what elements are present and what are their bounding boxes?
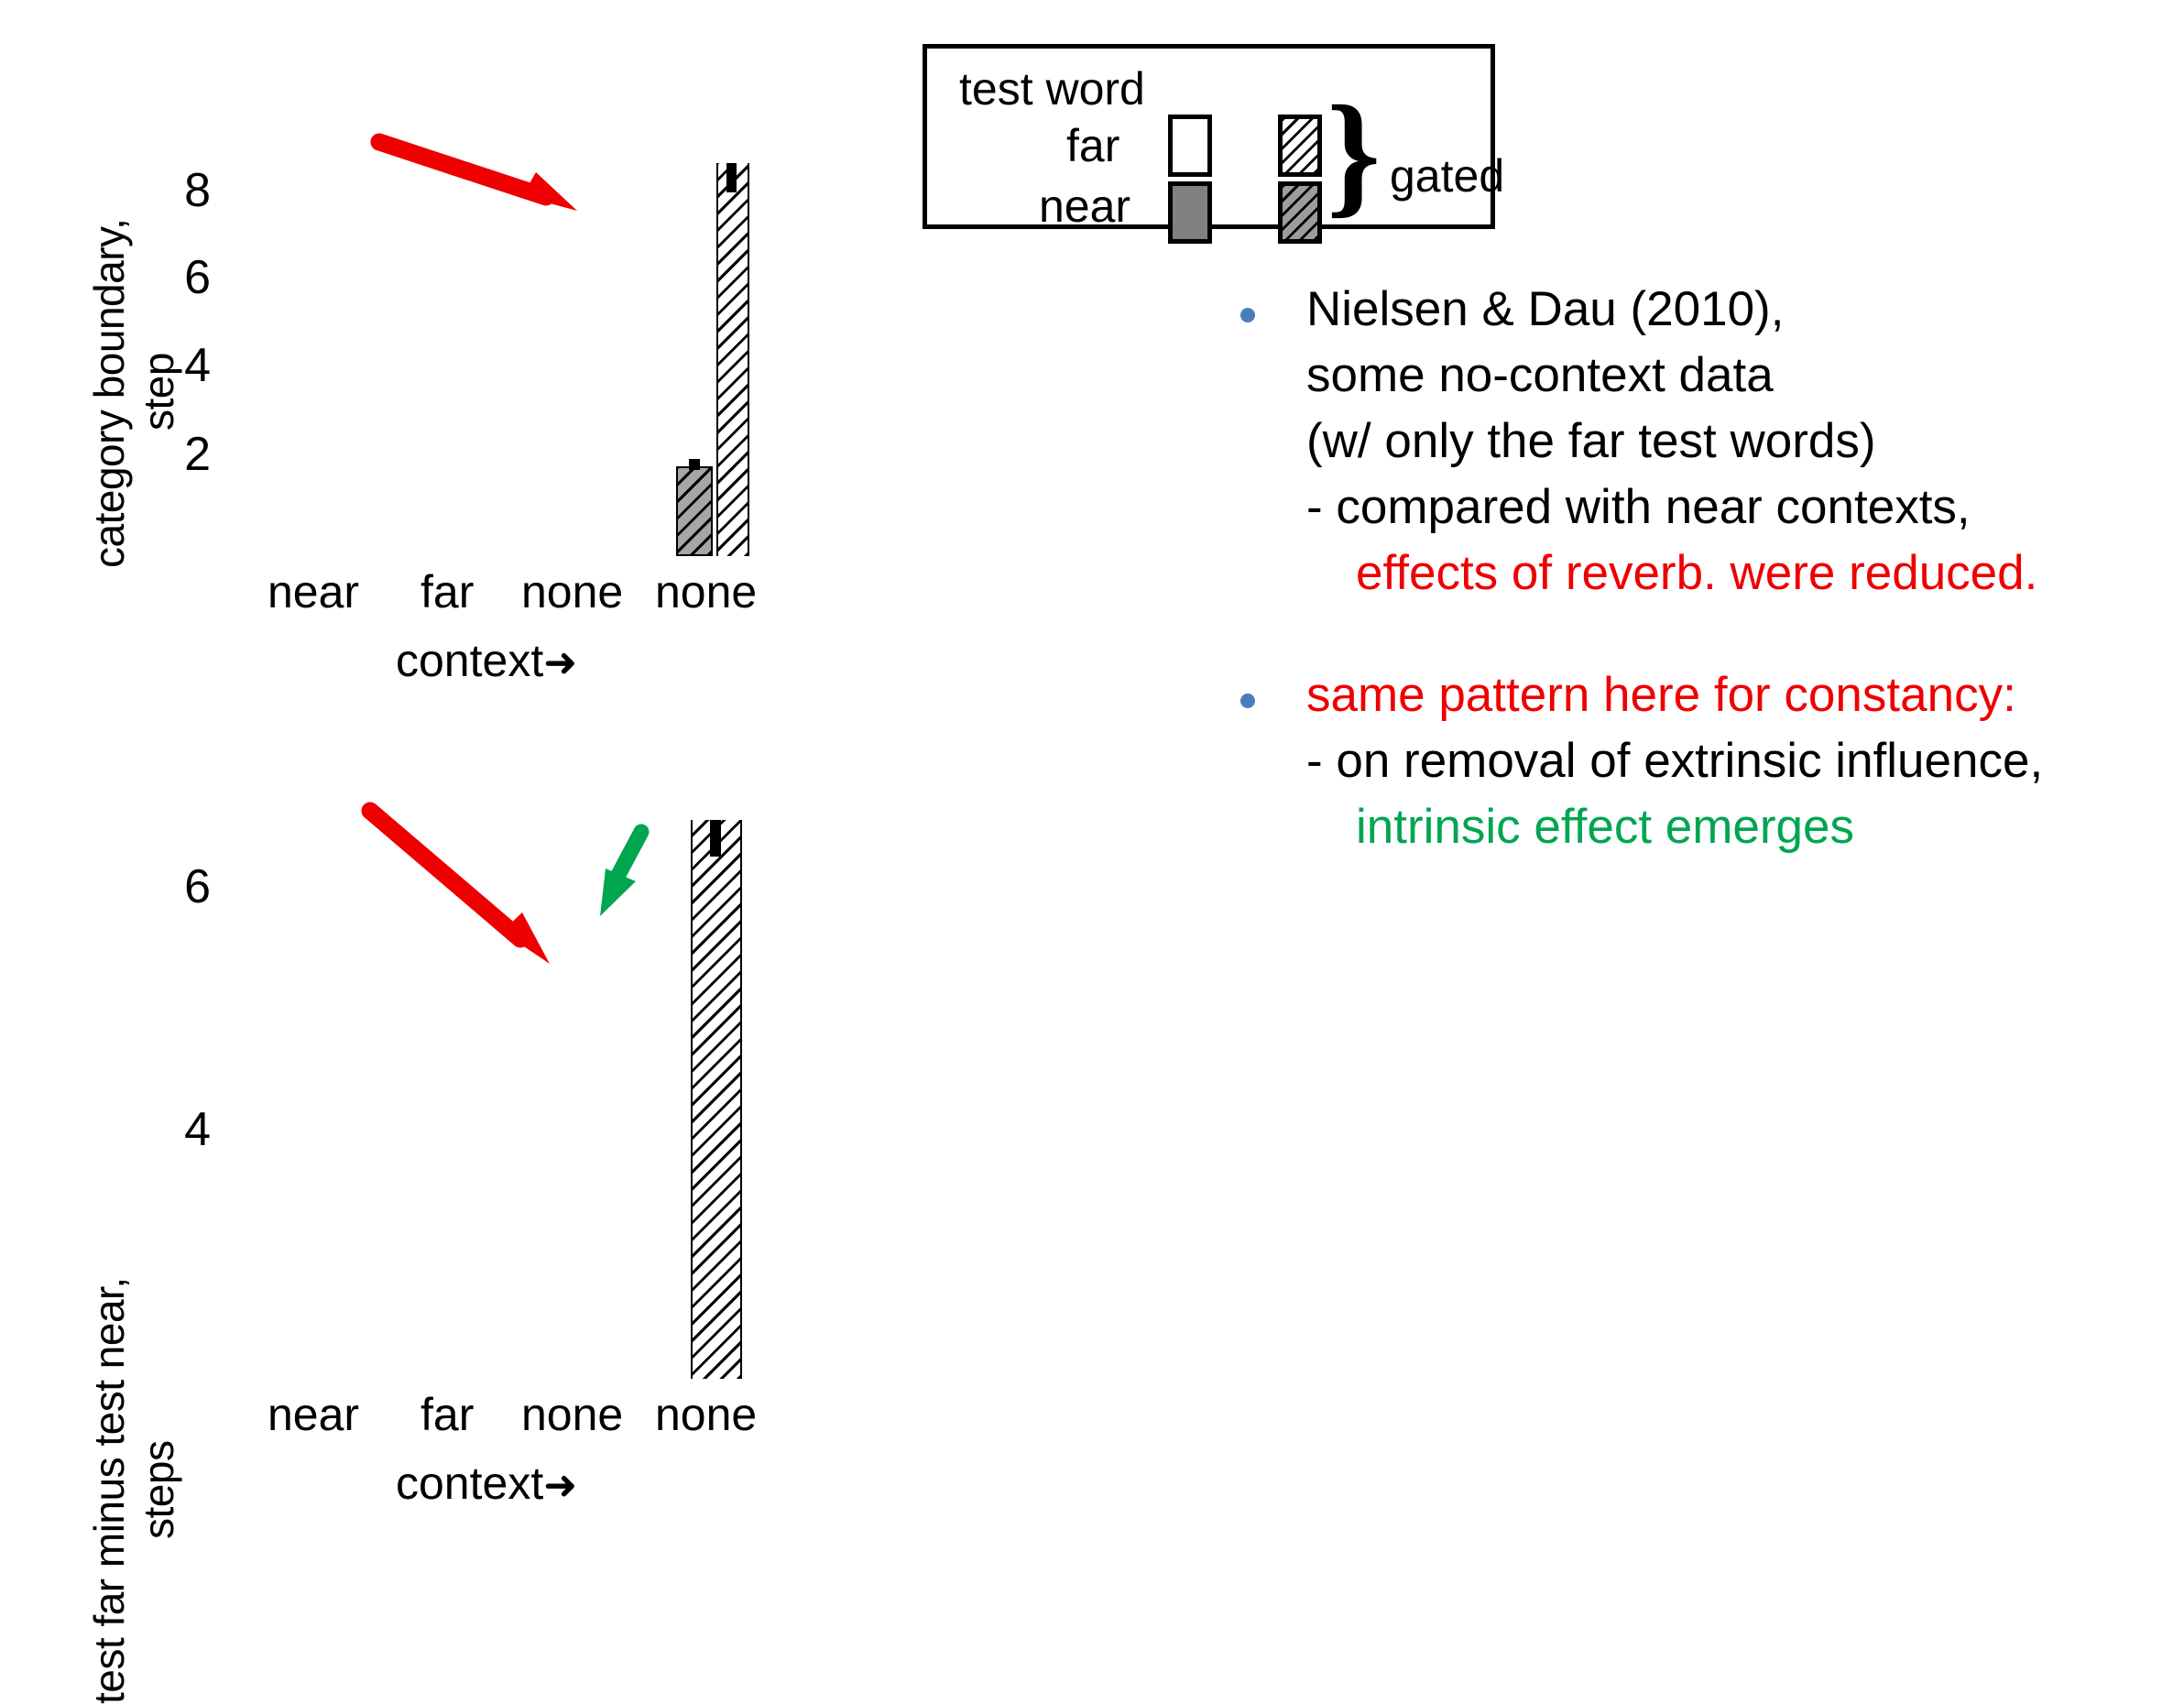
- bar-none-near-gated: [676, 466, 713, 556]
- note-line-1-3: (w/ only the far test words): [1306, 414, 1876, 468]
- upper-chart-xaxis-arrow-icon: ➜: [543, 640, 578, 685]
- notes-panel: Nielsen & Dau (2010), some no-context da…: [1218, 266, 2184, 870]
- upper-chart-ytick-6: 6: [184, 251, 211, 304]
- legend-title: test word: [959, 63, 1145, 115]
- note-line-2-3: intrinsic effect emerges: [1356, 800, 1854, 854]
- note-line-2-2: - on removal of extrinsic influence,: [1306, 734, 2044, 788]
- upper-chart-xtick-none-1: none: [521, 566, 624, 617]
- lower-chart: test far minus test near, steps 6 4 near…: [0, 770, 824, 1704]
- bar-none-far-gated: [716, 163, 749, 556]
- legend: test word far near } gated: [923, 44, 1504, 244]
- bullet-dot-2: [1240, 694, 1255, 708]
- legend-gated-label: gated: [1390, 150, 1505, 202]
- upper-chart-ytick-8: 8: [184, 164, 211, 217]
- bar-none-far-minus-near-gated: [691, 820, 742, 1379]
- note-line-1-1: Nielsen & Dau (2010),: [1306, 282, 1785, 336]
- upper-chart-xaxis-title-text: context: [396, 635, 544, 686]
- errorbar-none-far-gated: [726, 163, 737, 192]
- lower-chart-ylabel-line1: test far minus test near,: [85, 1277, 133, 1704]
- legend-swatch-near-gated: [1278, 181, 1322, 244]
- errorbar-none-far-minus-near-gated: [710, 820, 721, 857]
- lower-chart-xtick-near: near: [268, 1389, 360, 1440]
- lower-chart-xaxis-title: context➜: [396, 1459, 577, 1510]
- bullet-dot-1: [1240, 308, 1255, 322]
- lower-chart-xtick-far: far: [420, 1389, 475, 1440]
- lower-chart-ytick-4: 4: [184, 1103, 211, 1156]
- upper-chart-xaxis-title: context➜: [396, 637, 577, 687]
- lower-chart-ylabel-line2: steps: [135, 1440, 182, 1539]
- lower-chart-xaxis-arrow-icon: ➜: [543, 1463, 578, 1508]
- errorbar-none-near-gated: [689, 459, 700, 470]
- upper-chart: category boundary, step 8 6 4 2 near far…: [0, 0, 824, 696]
- lower-chart-xtick-none-1: none: [521, 1389, 624, 1440]
- legend-swatch-far-gated: [1278, 115, 1322, 177]
- note-line-1-4: - compared with near contexts,: [1306, 480, 1971, 534]
- note-line-1-2: some no-context data: [1306, 348, 1774, 402]
- legend-brace-icon: }: [1327, 78, 1381, 230]
- note-line-2-1: same pattern here for constancy:: [1306, 668, 2016, 722]
- legend-swatch-near-plain: [1168, 181, 1212, 244]
- lower-chart-ytick-6: 6: [184, 860, 211, 913]
- upper-chart-xtick-near: near: [268, 566, 360, 617]
- lower-chart-xtick-none-2: none: [655, 1389, 758, 1440]
- upper-chart-xtick-none-2: none: [655, 566, 758, 617]
- upper-chart-ylabel-line1: category boundary,: [85, 218, 133, 568]
- legend-swatch-far-plain: [1168, 115, 1212, 177]
- legend-row-far-label: far: [1066, 120, 1120, 171]
- upper-chart-ytick-2: 2: [184, 428, 211, 481]
- legend-row-near-label: near: [1039, 180, 1131, 232]
- upper-chart-ytick-4: 4: [184, 339, 211, 392]
- note-line-1-5: effects of reverb. were reduced.: [1356, 546, 2038, 600]
- lower-chart-xaxis-title-text: context: [396, 1458, 544, 1509]
- upper-chart-xtick-far: far: [420, 566, 475, 617]
